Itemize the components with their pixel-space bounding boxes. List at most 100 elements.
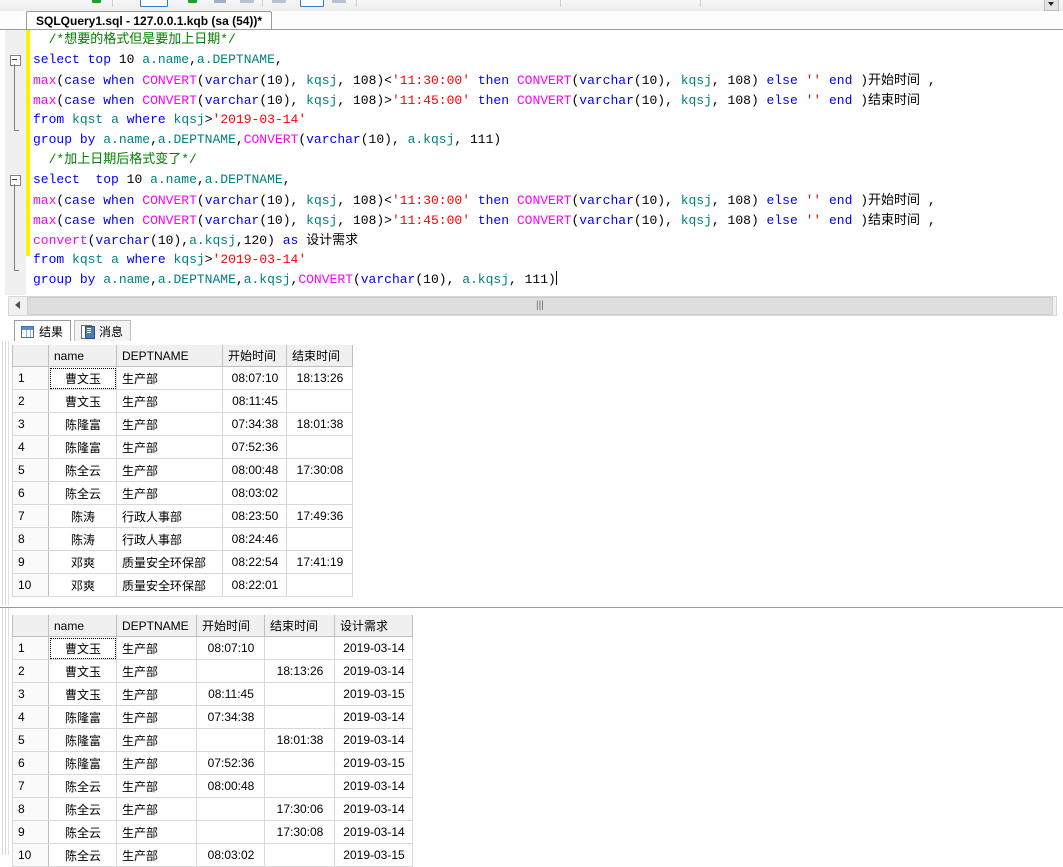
cell-r8-c0[interactable]: 8 [12, 797, 49, 821]
column-header-name[interactable]: name [48, 615, 117, 637]
cell-r10-c4[interactable] [264, 843, 335, 867]
cell-r9-c3[interactable]: 08:22:54 [222, 550, 287, 574]
sql-code-editor[interactable]: /*想要的格式但是要加上日期*/ select top 10 a.name,a.D… [0, 29, 1063, 296]
column-header-结束时间[interactable]: 结束时间 [286, 345, 353, 367]
cell-r2-c2[interactable]: 生产部 [116, 659, 197, 683]
column-header-rownum[interactable] [12, 345, 49, 367]
cell-r10-c0[interactable]: 10 [12, 843, 49, 867]
cell-r3-c0[interactable]: 3 [12, 682, 49, 706]
cell-r6-c1[interactable]: 陈全云 [48, 481, 117, 505]
cell-r9-c2[interactable]: 质量安全环保部 [116, 550, 223, 574]
cell-r5-c3[interactable] [196, 728, 265, 752]
table-row[interactable]: 9 陈全云 生产部 17:30:08 2019-03-14 [12, 820, 413, 844]
cell-r9-c3[interactable] [196, 820, 265, 844]
column-header-设计需求[interactable]: 设计需求 [334, 615, 413, 637]
cell-r4-c1[interactable]: 陈隆富 [48, 705, 117, 729]
cell-r8-c2[interactable]: 生产部 [116, 797, 197, 821]
cell-r10-c2[interactable]: 质量安全环保部 [116, 573, 223, 597]
cell-r1-c1[interactable]: 曹文玉 [48, 636, 117, 660]
cell-r5-c4[interactable]: 18:01:38 [264, 728, 335, 752]
cell-r4-c0[interactable]: 4 [12, 435, 49, 459]
table-row[interactable]: 7 陈涛 行政人事部 08:23:50 17:49:36 [12, 504, 353, 528]
cell-r3-c3[interactable]: 07:34:38 [222, 412, 287, 436]
cell-r5-c5[interactable]: 2019-03-14 [334, 728, 413, 752]
cell-r10-c2[interactable]: 生产部 [116, 843, 197, 867]
cell-r10-c1[interactable]: 陈全云 [48, 843, 117, 867]
cell-r6-c0[interactable]: 6 [12, 481, 49, 505]
table-row[interactable]: 3 曹文玉 生产部 08:11:45 2019-03-15 [12, 682, 413, 706]
cell-r5-c0[interactable]: 5 [12, 728, 49, 752]
cell-r7-c2[interactable]: 生产部 [116, 774, 197, 798]
column-header-结束时间[interactable]: 结束时间 [264, 615, 335, 637]
table-row[interactable]: 3 陈隆富 生产部 07:34:38 18:01:38 [12, 412, 353, 436]
fold-toggle-query2[interactable] [10, 175, 21, 186]
cell-r9-c5[interactable]: 2019-03-14 [334, 820, 413, 844]
cell-r4-c0[interactable]: 4 [12, 705, 49, 729]
cell-r5-c3[interactable]: 08:00:48 [222, 458, 287, 482]
cell-r7-c0[interactable]: 7 [12, 774, 49, 798]
parse-icon[interactable] [240, 0, 254, 3]
cell-r2-c3[interactable] [196, 659, 265, 683]
cell-r1-c1[interactable]: 曹文玉 [48, 366, 117, 390]
cell-r4-c2[interactable]: 生产部 [116, 705, 197, 729]
cell-r7-c1[interactable]: 陈全云 [48, 774, 117, 798]
cell-r3-c4[interactable] [264, 682, 335, 706]
cell-r8-c5[interactable]: 2019-03-14 [334, 797, 413, 821]
cell-r4-c1[interactable]: 陈隆富 [48, 435, 117, 459]
cell-r6-c0[interactable]: 6 [12, 751, 49, 775]
editor-horizontal-scrollbar[interactable]: ||| [0, 295, 1063, 316]
cell-r8-c4[interactable] [286, 527, 353, 551]
tab-messages[interactable]: 消息 [74, 320, 132, 343]
cell-r7-c4[interactable] [264, 774, 335, 798]
results-grid-2[interactable]: name DEPTNAME 开始时间 结束时间 设计需求 1 曹文玉 生产部 08:07:10 2… [0, 607, 1063, 867]
table-row[interactable]: 9 邓爽 质量安全环保部 08:22:54 17:41:19 [12, 550, 353, 574]
cell-r10-c5[interactable]: 2019-03-15 [334, 843, 413, 867]
column-header-DEPTNAME[interactable]: DEPTNAME [116, 615, 197, 637]
table-row[interactable]: 4 陈隆富 生产部 07:34:38 2019-03-14 [12, 705, 413, 729]
cell-r1-c3[interactable]: 08:07:10 [222, 366, 287, 390]
table-row[interactable]: 4 陈隆富 生产部 07:52:36 [12, 435, 353, 459]
cell-r1-c5[interactable]: 2019-03-14 [334, 636, 413, 660]
results-text-icon[interactable] [332, 0, 346, 3]
scroll-left-arrow-icon[interactable] [9, 297, 25, 313]
cell-r2-c2[interactable]: 生产部 [116, 389, 223, 413]
cell-r1-c3[interactable]: 08:07:10 [196, 636, 265, 660]
table-row[interactable]: 5 陈全云 生产部 08:00:48 17:30:08 [12, 458, 353, 482]
cell-r2-c4[interactable] [286, 389, 353, 413]
table-row[interactable]: 1 曹文玉 生产部 08:07:10 18:13:26 [12, 366, 353, 390]
column-header-开始时间[interactable]: 开始时间 [222, 345, 287, 367]
cell-r7-c1[interactable]: 陈涛 [48, 504, 117, 528]
grid-2-table[interactable]: name DEPTNAME 开始时间 结束时间 设计需求 1 曹文玉 生产部 08:07:10 2… [12, 615, 413, 867]
table-row[interactable]: 6 陈全云 生产部 08:03:02 [12, 481, 353, 505]
table-row[interactable]: 2 曹文玉 生产部 18:13:26 2019-03-14 [12, 659, 413, 683]
table-row[interactable]: 8 陈涛 行政人事部 08:24:46 [12, 527, 353, 551]
cell-r10-c0[interactable]: 10 [12, 573, 49, 597]
cell-r2-c3[interactable]: 08:11:45 [222, 389, 287, 413]
table-row[interactable]: 1 曹文玉 生产部 08:07:10 2019-03-14 [12, 636, 413, 660]
cell-r6-c1[interactable]: 陈隆富 [48, 751, 117, 775]
table-row[interactable]: 10 邓爽 质量安全环保部 08:22:01 [12, 573, 353, 597]
cell-r5-c0[interactable]: 5 [12, 458, 49, 482]
cell-r5-c2[interactable]: 生产部 [116, 728, 197, 752]
cell-r7-c5[interactable]: 2019-03-14 [334, 774, 413, 798]
table-row[interactable]: 6 陈隆富 生产部 07:52:36 2019-03-15 [12, 751, 413, 775]
cell-r3-c1[interactable]: 陈隆富 [48, 412, 117, 436]
cell-r8-c0[interactable]: 8 [12, 527, 49, 551]
cell-r2-c1[interactable]: 曹文玉 [48, 389, 117, 413]
run-icon[interactable] [188, 0, 197, 3]
table-row[interactable]: 5 陈隆富 生产部 18:01:38 2019-03-14 [12, 728, 413, 752]
toolbar-overflow-button[interactable] [1044, 0, 1059, 11]
cell-r4-c4[interactable] [264, 705, 335, 729]
cell-r6-c3[interactable]: 08:03:02 [222, 481, 287, 505]
cell-r3-c3[interactable]: 08:11:45 [196, 682, 265, 706]
cell-r4-c3[interactable]: 07:34:38 [196, 705, 265, 729]
column-header-name[interactable]: name [48, 345, 117, 367]
cell-r6-c2[interactable]: 生产部 [116, 481, 223, 505]
cell-r1-c4[interactable]: 18:13:26 [286, 366, 353, 390]
cell-r4-c4[interactable] [286, 435, 353, 459]
column-header-rownum[interactable] [12, 615, 49, 637]
cell-r6-c2[interactable]: 生产部 [116, 751, 197, 775]
cell-r3-c2[interactable]: 生产部 [116, 412, 223, 436]
cell-r1-c2[interactable]: 生产部 [116, 366, 223, 390]
cell-r2-c1[interactable]: 曹文玉 [48, 659, 117, 683]
